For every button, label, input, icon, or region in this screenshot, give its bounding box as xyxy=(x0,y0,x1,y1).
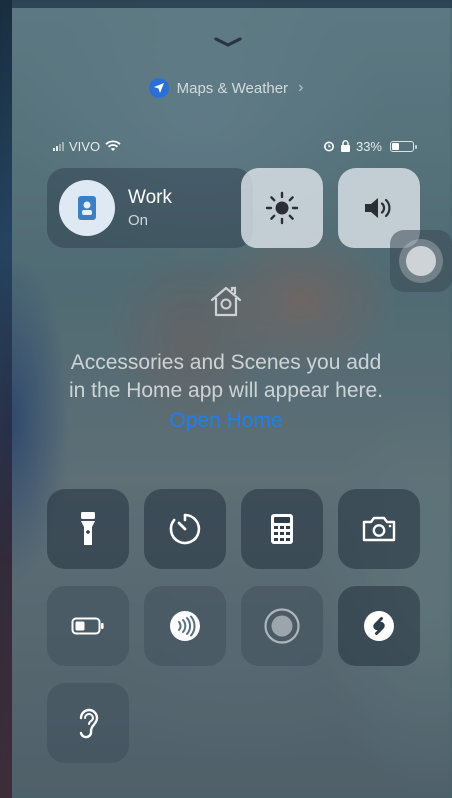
chevron-down-icon[interactable] xyxy=(214,36,242,48)
work-focus-icon xyxy=(59,180,115,236)
focus-mode-tile[interactable]: Work On xyxy=(47,168,253,248)
brightness-slider[interactable] xyxy=(241,168,323,248)
shazam-icon xyxy=(364,611,394,641)
camera-icon xyxy=(362,516,396,542)
nfc-tap-icon xyxy=(170,611,200,641)
timer-icon xyxy=(169,513,201,545)
brightness-icon xyxy=(265,191,299,225)
carrier-name: VIVO xyxy=(69,138,101,154)
flashlight-icon xyxy=(81,512,95,545)
timer-button[interactable] xyxy=(144,489,226,569)
background-app-top-edge xyxy=(0,0,452,8)
hearing-icon xyxy=(79,708,99,739)
shazam-button[interactable] xyxy=(338,586,420,666)
low-power-mode-icon xyxy=(71,617,104,635)
focus-state: On xyxy=(128,212,149,229)
low-power-mode-button[interactable] xyxy=(47,586,129,666)
home-icon xyxy=(210,286,242,317)
orientation-lock-icon xyxy=(340,139,350,152)
location-usage-label: Maps & Weather xyxy=(176,79,289,97)
calculator-button[interactable] xyxy=(241,489,323,569)
screen-recording-icon xyxy=(264,608,300,644)
signal-bars-icon xyxy=(53,141,64,151)
battery-icon xyxy=(390,140,417,152)
location-arrow-icon xyxy=(148,78,169,98)
alarm-icon xyxy=(323,141,334,152)
home-empty-message: Accessories and Scenes you add in the Ho… xyxy=(68,351,383,402)
open-home-link[interactable]: Open Home xyxy=(169,409,282,433)
hearing-button[interactable] xyxy=(47,683,129,763)
home-accessories-section: Accessories and Scenes you add in the Ho… xyxy=(0,282,452,433)
camera-button[interactable] xyxy=(338,489,420,569)
screen-recording-button[interactable] xyxy=(241,586,323,666)
status-bar: VIVO 33% xyxy=(53,137,417,155)
location-usage-row[interactable]: Maps & Weather › xyxy=(0,78,452,98)
speaker-icon xyxy=(365,198,391,218)
nfc-tap-button[interactable] xyxy=(144,586,226,666)
battery-percentage: 33% xyxy=(355,138,382,154)
flashlight-button[interactable] xyxy=(47,489,129,569)
chevron-right-icon: › xyxy=(298,79,304,96)
wifi-icon xyxy=(105,140,121,151)
calculator-icon xyxy=(271,514,293,544)
focus-title: Work xyxy=(128,187,172,208)
